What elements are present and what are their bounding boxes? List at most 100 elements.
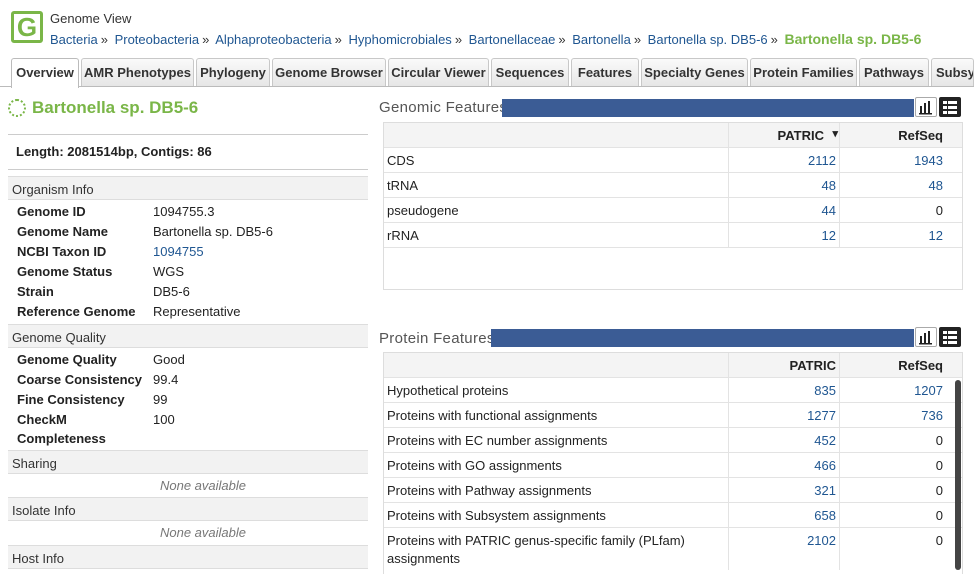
section-isolate-info[interactable]: Isolate Info (8, 497, 368, 521)
section-organism-info[interactable]: Organism Info (8, 176, 368, 200)
refseq-count: 0 (935, 533, 943, 548)
isolate-none: None available (159, 525, 246, 540)
section-host-info[interactable]: Host Info (8, 545, 368, 569)
section-sharing[interactable]: Sharing (8, 450, 368, 474)
tab-pathways[interactable]: Pathways (859, 58, 929, 86)
column-patric-label: PATRIC (777, 128, 824, 143)
refseq-count: 0 (935, 458, 943, 473)
quality-label: Completeness (17, 431, 106, 446)
refseq-count[interactable]: 48 (839, 178, 943, 193)
refseq-count[interactable]: 1207 (839, 383, 943, 398)
tab-features[interactable]: Features (571, 58, 639, 86)
tab-circular-viewer[interactable]: Circular Viewer (388, 58, 489, 86)
tab-phylogeny[interactable]: Phylogeny (196, 58, 270, 86)
patric-count[interactable]: 321 (729, 483, 836, 498)
patric-count[interactable]: 1277 (729, 408, 836, 423)
table-row: Proteins with PATRIC genus-specific fami… (384, 528, 962, 570)
patric-count[interactable]: 466 (729, 458, 836, 473)
scrollbar[interactable] (955, 380, 961, 570)
table-row: Hypothetical proteins 835 1207 (384, 378, 962, 403)
info-label: NCBI Taxon ID (17, 244, 107, 259)
breadcrumb-bartonella-sp[interactable]: Bartonella sp. DB5-6 (648, 32, 768, 47)
column-patric[interactable]: PATRIC (729, 358, 836, 373)
quality-value: 99.4 (153, 372, 179, 387)
breadcrumb-bartonellaceae[interactable]: Bartonellaceae (469, 32, 556, 47)
protein-feature-name: Proteins with PATRIC genus-specific fami… (387, 533, 685, 548)
section-genome-quality[interactable]: Genome Quality (8, 324, 368, 348)
table-row: Proteins with Subsystem assignments 658 0 (384, 503, 962, 528)
table-row: Proteins with functional assignments 1277… (384, 403, 962, 428)
genomic-features-table: PATRIC ▾ RefSeq CDS 2112 1943 tRNA 48 48 pseudoge… (383, 122, 963, 290)
info-label: Reference Genome (17, 304, 136, 319)
quality-value: 99 (153, 392, 168, 407)
refseq-count: 0 (935, 433, 943, 448)
column-refseq[interactable]: RefSeq (839, 358, 943, 373)
table-row: Proteins with EC number assignments 452 0 (384, 428, 962, 453)
refseq-count: 0 (935, 483, 943, 498)
bar-chart-icon[interactable] (915, 97, 937, 117)
organism-name: Bartonella sp. DB5-6 (32, 98, 199, 117)
feature-name: rRNA (387, 228, 419, 243)
refseq-count[interactable]: 12 (839, 228, 943, 243)
breadcrumb-separator: » (454, 32, 463, 47)
tab-overview[interactable]: Overview (11, 58, 79, 88)
quality-label: Fine Consistency (17, 392, 125, 407)
bar-chart-icon[interactable] (915, 327, 937, 347)
patric-count[interactable]: 2102 (729, 533, 836, 548)
sort-desc-icon[interactable]: ▾ (832, 127, 838, 140)
breadcrumb-separator: » (100, 32, 108, 47)
patric-count[interactable]: 12 (729, 228, 836, 243)
page-header: G Genome View Bacteria» Proteobacteria» … (0, 0, 974, 56)
table-row: pseudogene 44 0 (384, 198, 962, 223)
patric-count[interactable]: 658 (729, 508, 836, 523)
tab-genome-browser[interactable]: Genome Browser (272, 58, 386, 86)
breadcrumb-alphaproteobacteria[interactable]: Alphaproteobacteria (215, 32, 331, 47)
length-summary: Length: 2081514bp, Contigs: 86 (8, 134, 368, 170)
patric-count[interactable]: 452 (729, 433, 836, 448)
info-value: DB5-6 (153, 284, 190, 299)
tab-bar: Overview AMR Phenotypes Phylogeny Genome… (0, 57, 974, 88)
sharing-none: None available (159, 478, 246, 493)
breadcrumb-bartonella[interactable]: Bartonella (572, 32, 631, 47)
patric-count[interactable]: 44 (729, 203, 836, 218)
tab-subsystems[interactable]: Subsy (931, 58, 974, 86)
taxon-link[interactable]: 1094755 (153, 244, 204, 259)
refseq-count[interactable]: 736 (839, 408, 943, 423)
quality-value: Good (153, 352, 185, 367)
grid-view-icon[interactable] (939, 327, 961, 347)
genomic-features-title: Genomic Features (379, 99, 508, 116)
info-label: Strain (17, 284, 54, 299)
info-label: Genome Name (17, 224, 109, 239)
feature-name: pseudogene (387, 203, 459, 218)
refseq-count: 0 (935, 203, 943, 218)
protein-feature-name: Hypothetical proteins (387, 383, 509, 398)
tab-protein-families[interactable]: Protein Families (750, 58, 857, 86)
info-value: WGS (153, 264, 185, 279)
breadcrumb-separator: » (633, 32, 642, 47)
breadcrumb-separator: » (202, 32, 210, 47)
patric-count[interactable]: 48 (729, 178, 836, 193)
protein-feature-name: Proteins with Pathway assignments (387, 483, 592, 498)
column-patric[interactable]: PATRIC ▾ (729, 127, 838, 143)
refseq-count[interactable]: 1943 (839, 153, 943, 168)
patric-count[interactable]: 835 (729, 383, 836, 398)
breadcrumb-proteobacteria[interactable]: Proteobacteria (115, 32, 200, 47)
protein-feature-name: Proteins with functional assignments (387, 408, 598, 423)
breadcrumb-hyphomicrobiales[interactable]: Hyphomicrobiales (348, 32, 451, 47)
breadcrumb-bacteria[interactable]: Bacteria (50, 32, 98, 47)
table-header: PATRIC ▾ RefSeq (384, 123, 962, 148)
patric-count[interactable]: 2112 (729, 153, 836, 168)
genomic-features-header-bar (502, 99, 914, 117)
tab-amr-phenotypes[interactable]: AMR Phenotypes (81, 58, 194, 86)
quality-value: 100 (153, 412, 175, 427)
breadcrumb-separator: » (558, 32, 566, 47)
column-refseq[interactable]: RefSeq (839, 128, 943, 143)
breadcrumb: Bacteria» Proteobacteria» Alphaproteobac… (50, 31, 921, 47)
protein-feature-name: Proteins with EC number assignments (387, 433, 608, 448)
info-value: Bartonella sp. DB5-6 (153, 224, 273, 239)
breadcrumb-separator: » (770, 32, 778, 47)
tab-specialty-genes[interactable]: Specialty Genes (641, 58, 748, 86)
tab-sequences[interactable]: Sequences (491, 58, 569, 86)
view-title: Genome View (50, 11, 132, 26)
grid-view-icon[interactable] (939, 97, 961, 117)
